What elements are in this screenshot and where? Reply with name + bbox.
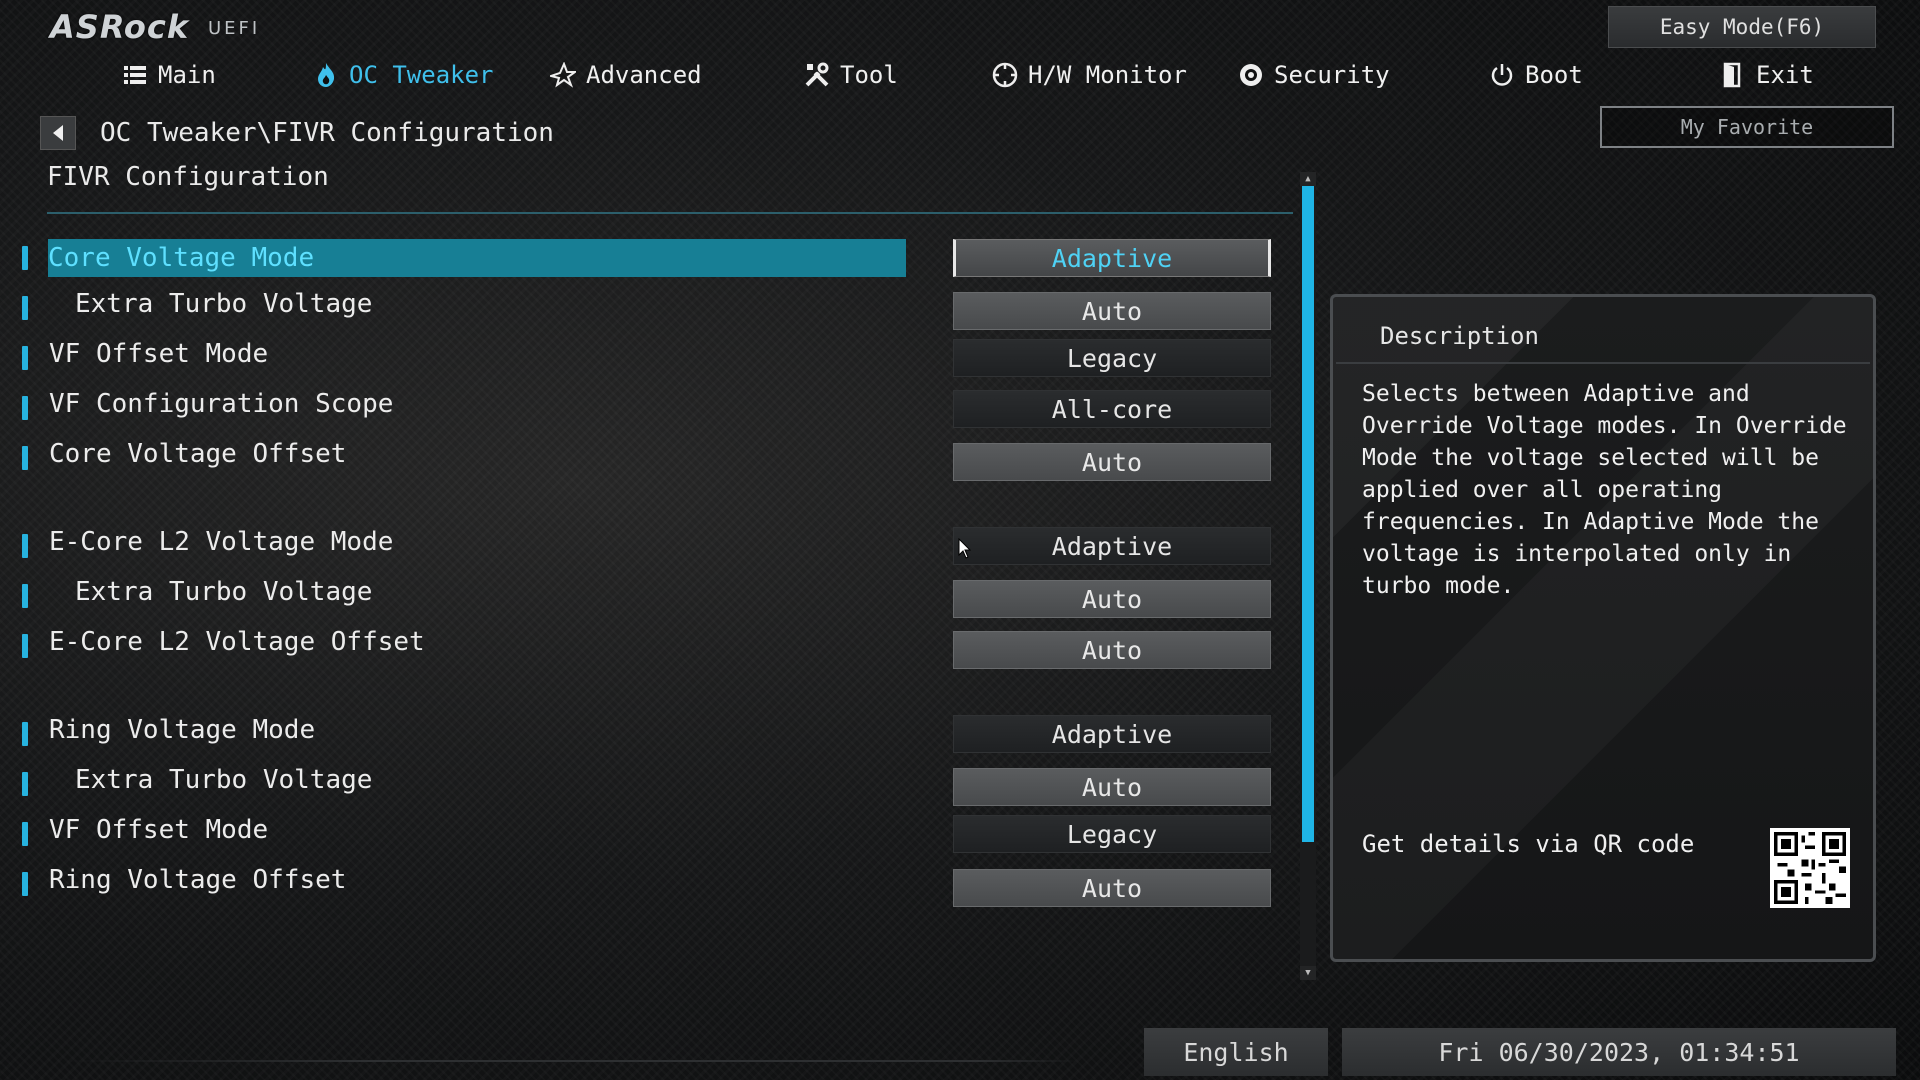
- row-marker: [22, 296, 28, 320]
- setting-ring-voltage-offset[interactable]: Ring Voltage Offset: [49, 865, 346, 895]
- setting-extra-turbo-voltage[interactable]: Extra Turbo Voltage: [75, 289, 372, 319]
- row-marker: [22, 772, 28, 796]
- tab-oc-tweaker-label: OC Tweaker: [349, 61, 494, 89]
- value-extra-turbo-voltage[interactable]: Auto: [953, 580, 1271, 618]
- language-button[interactable]: English: [1144, 1028, 1328, 1076]
- scroll-up-arrow-icon[interactable]: ▲: [1300, 172, 1316, 186]
- tab-tool-label: Tool: [840, 61, 898, 89]
- tab-main-label: Main: [158, 61, 216, 89]
- footer-decoration: [60, 1060, 1080, 1062]
- monitor-icon: [992, 62, 1018, 88]
- shield-icon: [1240, 64, 1262, 86]
- scroll-down-arrow-icon[interactable]: ▼: [1300, 966, 1316, 980]
- row-marker: [22, 722, 28, 746]
- row-marker: [22, 872, 28, 896]
- row-marker: [22, 634, 28, 658]
- star-icon: [550, 62, 576, 88]
- mouse-cursor-icon: [958, 538, 972, 559]
- back-arrow-icon: [53, 125, 63, 141]
- row-marker: [22, 534, 28, 558]
- tab-boot-label: Boot: [1525, 61, 1583, 89]
- value-core-voltage-offset[interactable]: Auto: [953, 443, 1271, 481]
- row-marker: [22, 584, 28, 608]
- description-divider: [1336, 362, 1870, 364]
- easy-mode-button[interactable]: Easy Mode(F6): [1608, 6, 1876, 48]
- asrock-logo: ASRock: [50, 8, 190, 46]
- row-marker: [22, 346, 28, 370]
- description-text: Selects between Adaptive and Override Vo…: [1362, 381, 1847, 599]
- row-marker: [22, 246, 28, 270]
- setting-core-voltage-mode[interactable]: Core Voltage Mode: [48, 239, 906, 277]
- row-marker: [22, 446, 28, 470]
- tab-exit[interactable]: Exit: [1720, 58, 1814, 92]
- title-divider: [47, 212, 1293, 214]
- tab-security[interactable]: Security: [1238, 58, 1390, 92]
- power-icon: [1491, 64, 1513, 86]
- setting-ring-voltage-mode[interactable]: Ring Voltage Mode: [49, 715, 315, 745]
- value-ecore-l2-voltage-offset[interactable]: Auto: [953, 631, 1271, 669]
- value-ring-voltage-offset[interactable]: Auto: [953, 869, 1271, 907]
- exit-icon: [1723, 62, 1741, 88]
- setting-vf-configuration-scope[interactable]: VF Configuration Scope: [49, 389, 393, 419]
- qr-code-label: Get details via QR code: [1362, 830, 1695, 858]
- tab-oc-tweaker[interactable]: OC Tweaker: [313, 58, 494, 92]
- value-ecore-l2-voltage-mode[interactable]: Adaptive: [953, 527, 1271, 565]
- row-marker: [22, 822, 28, 846]
- scrollbar-thumb[interactable]: [1302, 186, 1314, 842]
- setting-ecore-l2-voltage-offset[interactable]: E-Core L2 Voltage Offset: [49, 627, 425, 657]
- my-favorite-button[interactable]: My Favorite: [1600, 106, 1894, 148]
- value-vf-configuration-scope[interactable]: All-core: [953, 390, 1271, 428]
- back-button[interactable]: [40, 116, 76, 150]
- flame-icon: [318, 63, 335, 87]
- tab-security-label: Security: [1274, 61, 1390, 89]
- value-vf-offset-mode[interactable]: Legacy: [953, 339, 1271, 377]
- tab-hw-monitor-label: H/W Monitor: [1028, 61, 1187, 89]
- breadcrumb: OC Tweaker\FIVR Configuration: [100, 118, 554, 148]
- value-core-voltage-mode[interactable]: Adaptive: [953, 239, 1271, 277]
- datetime-display: Fri 06/30/2023, 01:34:51: [1342, 1028, 1896, 1076]
- description-header: Description: [1380, 322, 1539, 350]
- tab-exit-label: Exit: [1756, 61, 1814, 89]
- qr-code: [1770, 828, 1850, 908]
- value-extra-turbo-voltage[interactable]: Auto: [953, 768, 1271, 806]
- tab-main[interactable]: Main: [122, 58, 216, 92]
- tab-boot[interactable]: Boot: [1489, 58, 1583, 92]
- setting-core-voltage-offset[interactable]: Core Voltage Offset: [49, 439, 346, 469]
- value-extra-turbo-voltage[interactable]: Auto: [953, 292, 1271, 330]
- list-icon: [124, 66, 146, 84]
- value-ring-voltage-mode[interactable]: Adaptive: [953, 715, 1271, 753]
- setting-extra-turbo-voltage[interactable]: Extra Turbo Voltage: [75, 577, 372, 607]
- uefi-label: UEFI: [208, 18, 261, 39]
- qr-code-icon: [1774, 832, 1846, 904]
- page-title: FIVR Configuration: [47, 162, 329, 192]
- setting-ecore-l2-voltage-mode[interactable]: E-Core L2 Voltage Mode: [49, 527, 393, 557]
- row-marker: [22, 396, 28, 420]
- setting-extra-turbo-voltage[interactable]: Extra Turbo Voltage: [75, 765, 372, 795]
- tab-advanced[interactable]: Advanced: [550, 58, 702, 92]
- tools-icon: [805, 62, 829, 87]
- value-vf-offset-mode[interactable]: Legacy: [953, 815, 1271, 853]
- tab-tool[interactable]: Tool: [804, 58, 898, 92]
- tab-hw-monitor[interactable]: H/W Monitor: [992, 58, 1187, 92]
- tab-advanced-label: Advanced: [586, 61, 702, 89]
- setting-vf-offset-mode[interactable]: VF Offset Mode: [49, 339, 268, 369]
- setting-vf-offset-mode[interactable]: VF Offset Mode: [49, 815, 268, 845]
